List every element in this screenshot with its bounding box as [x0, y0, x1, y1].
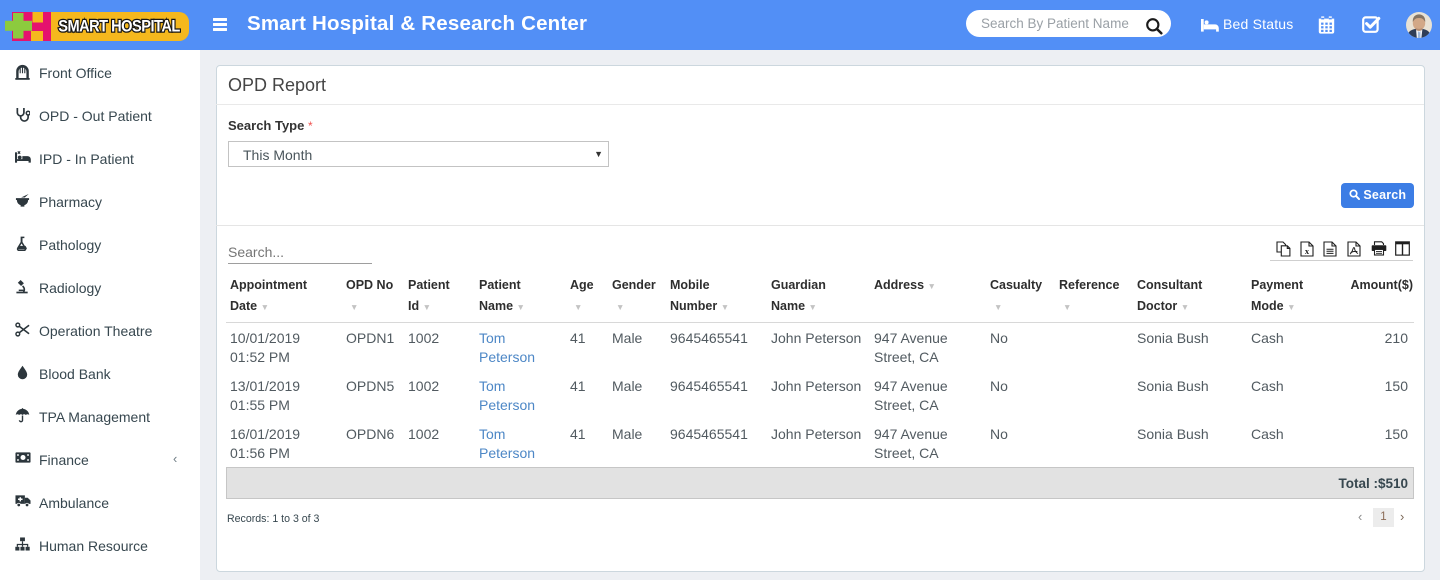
svg-text:SMART HOSPITAL: SMART HOSPITAL	[58, 18, 181, 36]
